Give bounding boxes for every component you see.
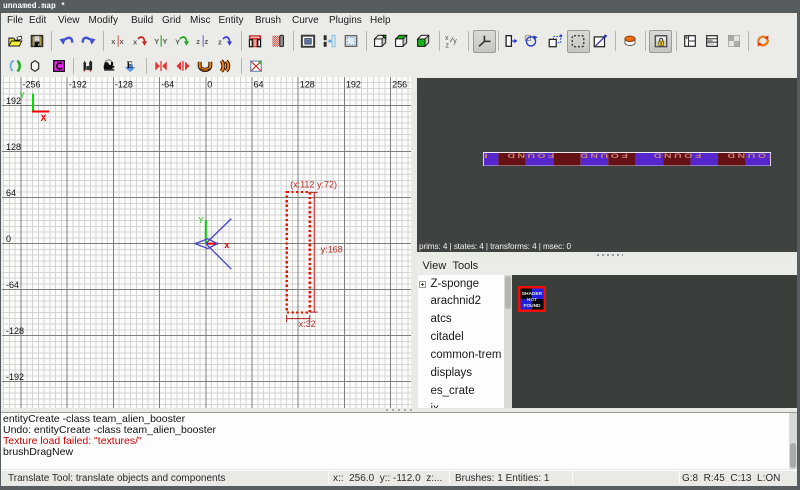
svg-text:FOUND: FOUND: [505, 152, 554, 159]
svg-text:-64: -64: [161, 80, 174, 90]
svg-text:-64: -64: [6, 280, 19, 290]
svg-text:x: x: [133, 38, 138, 47]
svg-text:X: X: [41, 113, 47, 123]
svg-text:z: z: [218, 38, 222, 47]
svg-text:x: x: [111, 37, 116, 46]
svg-text:FOUND: FOUND: [523, 303, 541, 309]
svg-text:x: x: [445, 35, 449, 42]
svg-text:z: z: [445, 43, 449, 50]
svg-text:FOUND: FOUND: [483, 152, 488, 159]
svg-text:x: x: [224, 240, 229, 250]
svg-text:Y: Y: [198, 216, 204, 225]
svg-text:z: z: [204, 37, 208, 46]
svg-text:-128: -128: [115, 80, 133, 90]
svg-text:FOUND: FOUND: [578, 152, 628, 159]
svg-text:0: 0: [6, 234, 11, 244]
svg-text:NOT: NOT: [526, 297, 536, 303]
svg-text:Y: Y: [20, 91, 26, 100]
svg-text:-192: -192: [6, 372, 24, 382]
svg-text:x: x: [119, 37, 124, 46]
svg-text:-256: -256: [23, 80, 41, 90]
svg-text:y: y: [453, 38, 457, 45]
svg-text:-128: -128: [6, 326, 24, 336]
svg-text:FOUND: FOUND: [725, 152, 771, 159]
svg-text:y:168: y:168: [321, 244, 343, 254]
svg-text:256: 256: [392, 80, 407, 90]
svg-text:Y: Y: [162, 37, 167, 46]
svg-text:0: 0: [207, 80, 212, 90]
svg-text:x:32: x:32: [299, 319, 316, 329]
svg-text:192: 192: [346, 80, 361, 90]
svg-text:128: 128: [300, 80, 315, 90]
svg-text:(x:112 y:72): (x:112 y:72): [290, 179, 337, 189]
svg-text:Y: Y: [175, 38, 180, 47]
svg-text:SHADER: SHADER: [521, 291, 542, 297]
svg-text:-192: -192: [69, 80, 87, 90]
svg-text:64: 64: [6, 188, 16, 198]
svg-text:E: E: [127, 61, 133, 71]
svg-text:Y: Y: [154, 37, 159, 46]
svg-text:z: z: [196, 37, 200, 46]
svg-text:FOUND: FOUND: [651, 152, 701, 159]
svg-text:128: 128: [6, 142, 21, 152]
svg-text:64: 64: [254, 80, 264, 90]
